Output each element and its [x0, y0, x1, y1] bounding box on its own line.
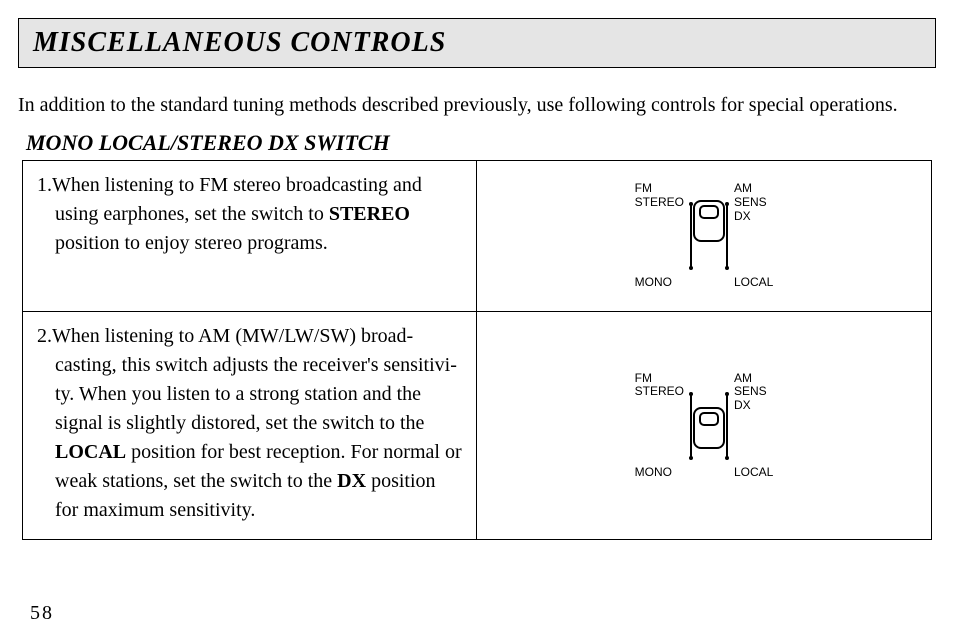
dot-icon [725, 392, 729, 396]
section-title-box: MISCELLANEOUS CONTROLS [18, 18, 936, 68]
knob-slot [692, 204, 726, 268]
switch-knob [693, 200, 725, 242]
manual-page: MISCELLANEOUS CONTROLS In addition to th… [0, 0, 954, 540]
knob-grip-icon [699, 412, 719, 426]
step-1: 1.When listening to FM stereo broadcasti… [37, 171, 462, 258]
label-fm-stereo: FM STEREO [635, 372, 684, 400]
figure-cell: FM STEREO MONO [477, 161, 931, 311]
instruction-cell: 1.When listening to FM stereo broadcasti… [23, 161, 477, 311]
switch-slider [690, 204, 728, 268]
step-number: 1. [37, 174, 52, 196]
instruction-cell: 2.When listening to AM (MW/LW/SW) broad-… [23, 312, 477, 539]
step-number: 2. [37, 325, 52, 347]
step-bold: STEREO [329, 203, 410, 225]
track-right [726, 204, 728, 268]
step-text: When listening to AM (MW/LW/SW) broad-ca… [52, 325, 457, 434]
label-local: LOCAL [734, 466, 773, 480]
label-am-sens-dx: AM SENS DX [734, 182, 773, 223]
instruction-table: 1.When listening to FM stereo broadcasti… [22, 160, 932, 540]
subsection-heading: MONO LOCAL/STEREO DX SWITCH [26, 130, 936, 156]
dot-icon [725, 202, 729, 206]
switch-diagram-stereo: FM STEREO MONO [635, 182, 774, 290]
switch-right-labels: AM SENS DX LOCAL [728, 182, 773, 290]
label-mono: MONO [635, 466, 684, 480]
label-mono: MONO [635, 276, 684, 290]
step-2: 2.When listening to AM (MW/LW/SW) broad-… [37, 322, 462, 525]
switch-left-labels: FM STEREO MONO [635, 372, 690, 480]
figure-cell: FM STEREO MONO [477, 312, 931, 539]
track-right [726, 394, 728, 458]
step-text: position to enjoy stereo programs. [55, 232, 328, 254]
intro-paragraph: In addition to the standard tuning metho… [18, 92, 936, 118]
step-bold: DX [337, 470, 366, 492]
step-bold: LOCAL [55, 441, 126, 463]
switch-slider [690, 394, 728, 458]
table-row: 1.When listening to FM stereo broadcasti… [23, 161, 931, 311]
section-title: MISCELLANEOUS CONTROLS [33, 27, 446, 58]
dot-icon [725, 266, 729, 270]
switch-right-labels: AM SENS DX LOCAL [728, 372, 773, 480]
switch-knob [693, 407, 725, 449]
page-number: 58 [30, 602, 54, 625]
label-fm-stereo: FM STEREO [635, 182, 684, 210]
dot-icon [725, 456, 729, 460]
switch-left-labels: FM STEREO MONO [635, 182, 690, 290]
knob-slot [692, 394, 726, 458]
switch-diagram-local: FM STEREO MONO [635, 372, 774, 480]
knob-grip-icon [699, 205, 719, 219]
label-am-sens-dx: AM SENS DX [734, 372, 773, 413]
label-local: LOCAL [734, 276, 773, 290]
table-row: 2.When listening to AM (MW/LW/SW) broad-… [23, 311, 931, 539]
